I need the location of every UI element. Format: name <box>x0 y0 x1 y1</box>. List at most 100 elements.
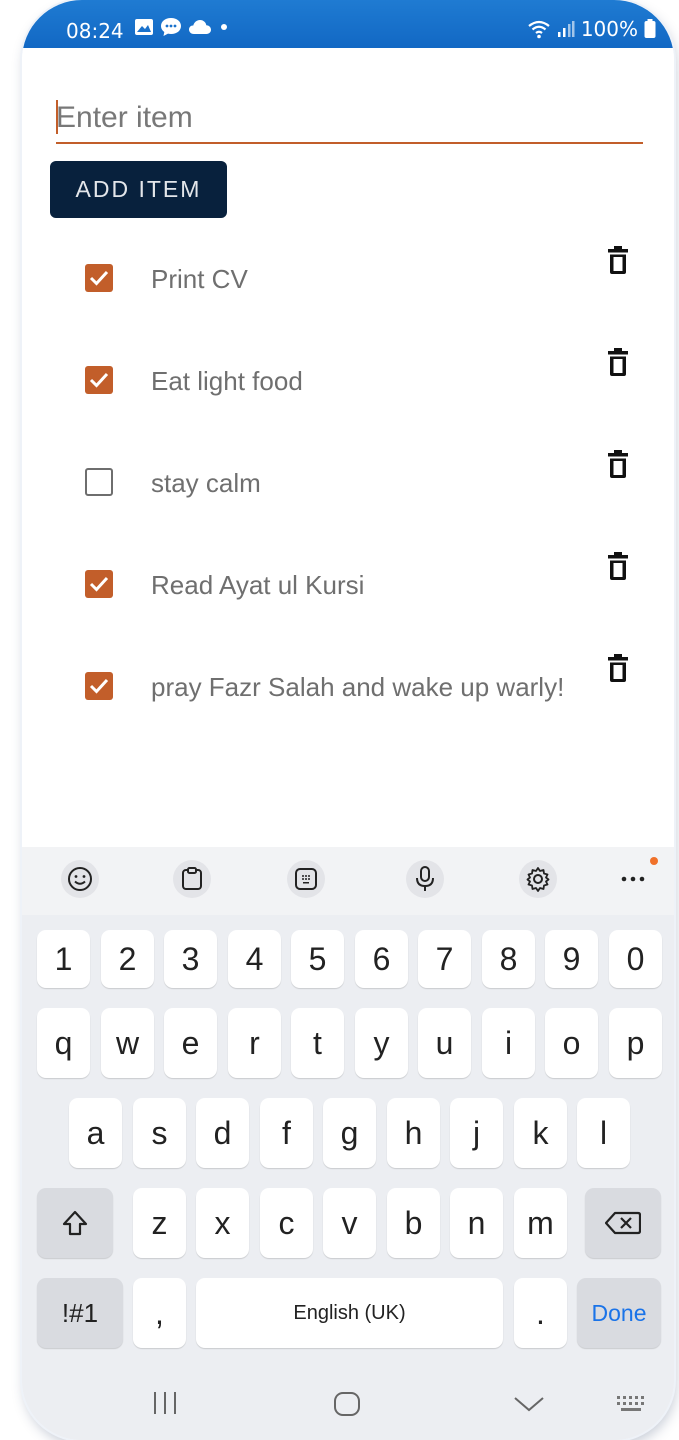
list-item: Read Ayat ul Kursi <box>22 534 674 634</box>
trash-icon[interactable] <box>607 348 629 376</box>
key-9[interactable]: 9 <box>545 930 598 988</box>
key-o[interactable]: o <box>545 1008 598 1078</box>
navigation-bar <box>22 1372 674 1440</box>
keyboard-switch-icon[interactable] <box>616 1394 648 1414</box>
key-z[interactable]: z <box>133 1188 186 1258</box>
check-icon <box>89 678 109 694</box>
microphone-icon <box>416 866 434 891</box>
key-1[interactable]: 1 <box>37 930 90 988</box>
trash-icon[interactable] <box>607 552 629 580</box>
key-q[interactable]: q <box>37 1008 90 1078</box>
period-key[interactable]: . <box>514 1278 567 1348</box>
key-g[interactable]: g <box>323 1098 376 1168</box>
key-k[interactable]: k <box>514 1098 567 1168</box>
trash-icon[interactable] <box>607 450 629 478</box>
recent-apps-icon[interactable] <box>150 1390 180 1416</box>
voice-input-button[interactable] <box>406 860 444 898</box>
key-s[interactable]: s <box>133 1098 186 1168</box>
key-r[interactable]: r <box>228 1008 281 1078</box>
space-key[interactable]: English (UK) <box>196 1278 503 1348</box>
item-input[interactable] <box>56 94 643 142</box>
key-3[interactable]: 3 <box>164 930 217 988</box>
key-b[interactable]: b <box>387 1188 440 1258</box>
battery-percent: 100% <box>580 17 638 41</box>
key-j[interactable]: j <box>450 1098 503 1168</box>
item-label: stay calm <box>151 468 261 498</box>
key-m[interactable]: m <box>514 1188 567 1258</box>
check-icon <box>89 576 109 592</box>
cloud-icon <box>189 20 211 34</box>
done-key[interactable]: Done <box>577 1278 661 1348</box>
keyboard-settings-button[interactable] <box>519 860 557 898</box>
key-5[interactable]: 5 <box>291 930 344 988</box>
check-icon <box>89 270 109 286</box>
key-e[interactable]: e <box>164 1008 217 1078</box>
key-2[interactable]: 2 <box>101 930 154 988</box>
item-label: Print CV <box>151 264 248 294</box>
key-d[interactable]: d <box>196 1098 249 1168</box>
item-label: Read Ayat ul Kursi <box>151 570 365 600</box>
keypad-icon <box>295 868 317 890</box>
keypad-button[interactable] <box>287 860 325 898</box>
emoji-icon <box>68 867 92 891</box>
add-item-button[interactable]: ADD ITEM <box>50 161 227 218</box>
status-time: 08:24 <box>66 19 124 43</box>
item-checkbox[interactable] <box>85 672 113 700</box>
item-checkbox[interactable] <box>85 570 113 598</box>
symbols-key[interactable]: !#1 <box>37 1278 123 1348</box>
shift-icon <box>62 1210 88 1236</box>
key-v[interactable]: v <box>323 1188 376 1258</box>
list-item: Eat light food <box>22 330 674 430</box>
key-f[interactable]: f <box>260 1098 313 1168</box>
notification-dot <box>650 857 658 865</box>
item-label: Eat light food <box>151 366 303 396</box>
item-checkbox[interactable] <box>85 366 113 394</box>
text-cursor <box>56 100 58 134</box>
signal-icon <box>557 21 575 37</box>
check-icon <box>89 372 109 388</box>
list-item: pray Fazr Salah and wake up warly! <box>22 636 674 736</box>
key-a[interactable]: a <box>69 1098 122 1168</box>
list-item: stay calm <box>22 432 674 532</box>
key-n[interactable]: n <box>450 1188 503 1258</box>
todo-content: ADD ITEM Print CV Eat light food stay ca… <box>22 48 674 848</box>
more-options-button[interactable] <box>614 860 652 898</box>
home-icon[interactable] <box>332 1390 362 1418</box>
clipboard-button[interactable] <box>173 860 211 898</box>
trash-icon[interactable] <box>607 246 629 274</box>
item-checkbox[interactable] <box>85 468 113 496</box>
notification-icons <box>134 17 230 37</box>
key-0[interactable]: 0 <box>609 930 662 988</box>
keyboard: 1 2 3 4 5 6 7 8 9 0 q w e r t y u i o p … <box>22 847 674 1440</box>
trash-icon[interactable] <box>607 654 629 682</box>
shift-key[interactable] <box>37 1188 113 1258</box>
key-h[interactable]: h <box>387 1098 440 1168</box>
key-x[interactable]: x <box>196 1188 249 1258</box>
key-w[interactable]: w <box>101 1008 154 1078</box>
key-7[interactable]: 7 <box>418 930 471 988</box>
more-icon <box>621 876 645 882</box>
key-c[interactable]: c <box>260 1188 313 1258</box>
keyboard-toolbar <box>22 847 674 915</box>
battery-icon <box>644 19 656 38</box>
key-y[interactable]: y <box>355 1008 408 1078</box>
phone-screen: 08:24 100% ADD ITEM Print CV <box>22 0 674 1440</box>
backspace-key[interactable] <box>585 1188 661 1258</box>
key-8[interactable]: 8 <box>482 930 535 988</box>
item-checkbox[interactable] <box>85 264 113 292</box>
chevron-down-icon[interactable] <box>512 1394 546 1414</box>
key-i[interactable]: i <box>482 1008 535 1078</box>
emoji-button[interactable] <box>61 860 99 898</box>
key-p[interactable]: p <box>609 1008 662 1078</box>
clipboard-icon <box>182 867 202 890</box>
item-input-wrapper <box>56 94 643 144</box>
list-item: Print CV <box>22 228 674 328</box>
key-4[interactable]: 4 <box>228 930 281 988</box>
key-6[interactable]: 6 <box>355 930 408 988</box>
comma-key[interactable]: , <box>133 1278 186 1348</box>
key-l[interactable]: l <box>577 1098 630 1168</box>
key-u[interactable]: u <box>418 1008 471 1078</box>
status-right: 100% <box>527 17 656 41</box>
status-bar: 08:24 100% <box>22 0 674 48</box>
key-t[interactable]: t <box>291 1008 344 1078</box>
